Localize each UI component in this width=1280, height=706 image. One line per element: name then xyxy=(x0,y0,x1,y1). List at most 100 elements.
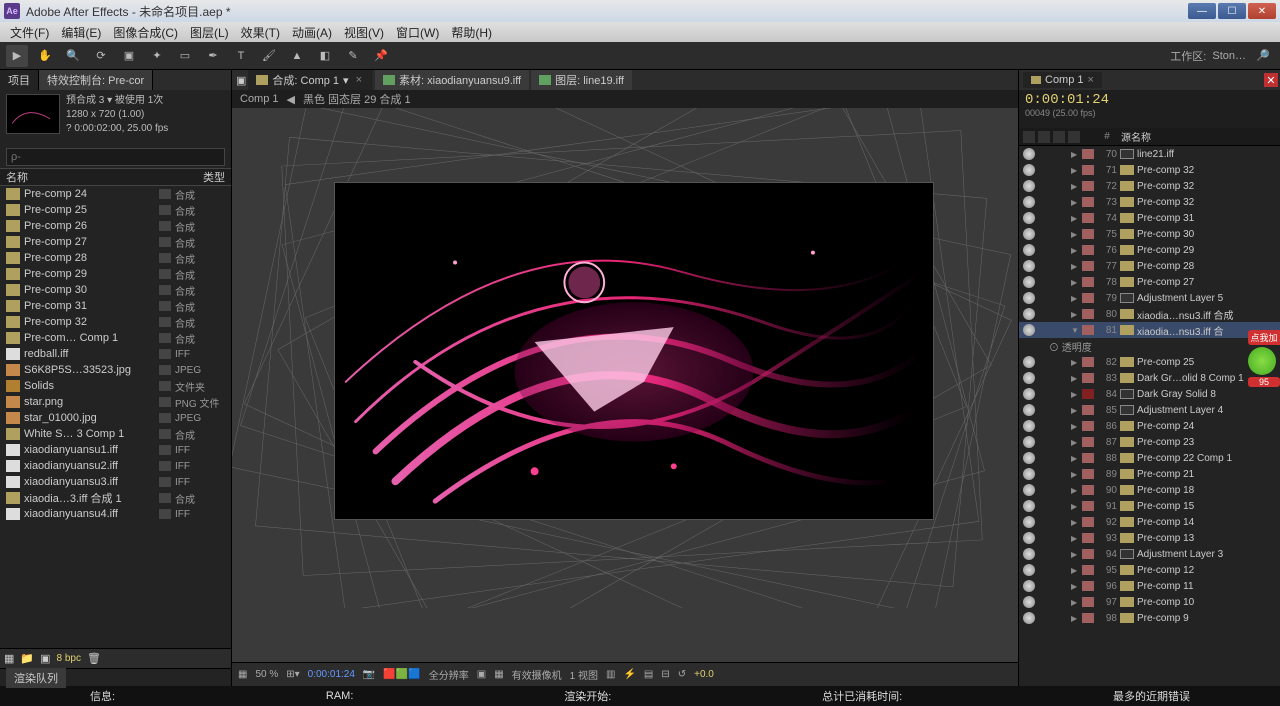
stamp-tool[interactable]: ▲ xyxy=(286,45,308,67)
project-item[interactable]: Pre-comp 25合成 xyxy=(0,202,231,218)
anchor-tool[interactable]: ✦ xyxy=(146,45,168,67)
eye-icon[interactable] xyxy=(1023,388,1035,400)
zoom-dropdown[interactable]: 50 % xyxy=(255,669,278,680)
timeline-layer-row[interactable]: ▶94Adjustment Layer 3 xyxy=(1019,546,1280,562)
eye-icon[interactable] xyxy=(1023,308,1035,320)
eye-icon[interactable] xyxy=(1023,484,1035,496)
eye-icon[interactable] xyxy=(1023,612,1035,624)
pen-tool[interactable]: ✒ xyxy=(202,45,224,67)
project-item[interactable]: Pre-comp 28合成 xyxy=(0,250,231,266)
tab-effect-controls[interactable]: 特效控制台: Pre-cor xyxy=(39,70,153,90)
eye-icon[interactable] xyxy=(1023,164,1035,176)
timeline-layer-row[interactable]: ▶82Pre-comp 25 xyxy=(1019,354,1280,370)
maximize-button[interactable]: ☐ xyxy=(1218,3,1246,19)
timeline-layer-row[interactable]: ▶73Pre-comp 32 xyxy=(1019,194,1280,210)
menu-animation[interactable]: 动画(A) xyxy=(286,24,338,41)
eye-icon[interactable] xyxy=(1023,436,1035,448)
eraser-tool[interactable]: ◧ xyxy=(314,45,336,67)
workspace-dropdown[interactable]: Ston… xyxy=(1212,50,1246,62)
breadcrumb-layer[interactable]: 黑色 固态层 29 合成 1 xyxy=(303,91,411,107)
timeline-layer-list[interactable]: ▶70line21.iff▶71Pre-comp 32▶72Pre-comp 3… xyxy=(1019,146,1280,686)
project-item[interactable]: xiaodianyuansu1.iffIFF xyxy=(0,442,231,458)
interpret-footage-icon[interactable]: ▦ xyxy=(4,652,14,665)
project-item[interactable]: Pre-comp 24合成 xyxy=(0,186,231,202)
eye-icon[interactable] xyxy=(1023,180,1035,192)
zoom-tool[interactable]: 🔍 xyxy=(62,45,84,67)
timeline-tab[interactable]: Comp 1× xyxy=(1023,72,1102,88)
project-item[interactable]: xiaodianyuansu3.iffIFF xyxy=(0,474,231,490)
timeline-layer-row[interactable]: ▶78Pre-comp 27 xyxy=(1019,274,1280,290)
timeline-layer-row[interactable]: ▶83Dark Gr…olid 8 Comp 1 xyxy=(1019,370,1280,386)
timeline-timecode[interactable]: 0:00:01:24 xyxy=(1025,92,1274,108)
timeline-layer-row[interactable]: ▶75Pre-comp 30 xyxy=(1019,226,1280,242)
close-panel-icon[interactable]: ✕ xyxy=(1264,73,1278,87)
project-search-input[interactable] xyxy=(6,148,225,166)
timeline-layer-row[interactable]: ▶96Pre-comp 11 xyxy=(1019,578,1280,594)
new-folder-icon[interactable]: 📁 xyxy=(20,652,34,665)
text-tool[interactable]: T xyxy=(230,45,252,67)
eye-icon[interactable] xyxy=(1023,500,1035,512)
project-item[interactable]: xiaodianyuansu4.iffIFF xyxy=(0,506,231,522)
project-item[interactable]: Pre-com… Comp 1合成 xyxy=(0,330,231,346)
eye-icon[interactable] xyxy=(1023,212,1035,224)
grid-icon[interactable]: ▦ xyxy=(238,669,247,680)
close-tab-icon[interactable]: × xyxy=(353,74,365,86)
pixel-aspect-icon[interactable]: ▥ xyxy=(606,669,615,680)
timeline-icon[interactable]: ▤ xyxy=(644,669,653,680)
eye-icon[interactable] xyxy=(1023,420,1035,432)
timeline-layer-row[interactable]: ▶90Pre-comp 18 xyxy=(1019,482,1280,498)
project-asset-list[interactable]: Pre-comp 24合成Pre-comp 25合成Pre-comp 26合成P… xyxy=(0,186,231,648)
project-item[interactable]: xiaodianyuansu2.iffIFF xyxy=(0,458,231,474)
timeline-layer-row[interactable]: ▶93Pre-comp 13 xyxy=(1019,530,1280,546)
timeline-layer-row[interactable]: ▶77Pre-comp 28 xyxy=(1019,258,1280,274)
menu-window[interactable]: 窗口(W) xyxy=(390,24,445,41)
timeline-layer-row[interactable]: ▶98Pre-comp 9 xyxy=(1019,610,1280,626)
timeline-layer-row[interactable]: ▶87Pre-comp 23 xyxy=(1019,434,1280,450)
flowchart-icon[interactable]: ⊟ xyxy=(661,669,669,680)
resolution-dropdown[interactable]: 全分辨率 xyxy=(429,667,469,682)
transparency-icon[interactable]: ▦ xyxy=(494,669,503,680)
project-item[interactable]: Pre-comp 31合成 xyxy=(0,298,231,314)
timeline-layer-row[interactable]: ▶71Pre-comp 32 xyxy=(1019,162,1280,178)
tab-project[interactable]: 项目 xyxy=(0,70,39,90)
breadcrumb-comp[interactable]: Comp 1 xyxy=(240,93,279,105)
viewer-tab-footage[interactable]: 素材: xiaodianyuansu9.iff xyxy=(375,70,529,90)
camera-dropdown[interactable]: 有效摄像机 xyxy=(512,667,562,682)
eye-icon[interactable] xyxy=(1023,468,1035,480)
project-item[interactable]: xiaodia…3.iff 合成 1合成 xyxy=(0,490,231,506)
viewer-lock-icon[interactable]: ▣ xyxy=(236,74,246,87)
lock-column-icon[interactable] xyxy=(1068,131,1080,143)
channel-icon[interactable]: 🟥🟩🟦 xyxy=(383,669,420,680)
menu-file[interactable]: 文件(F) xyxy=(4,24,55,41)
exposure-value[interactable]: +0.0 xyxy=(694,669,714,680)
timeline-layer-row[interactable]: ▶72Pre-comp 32 xyxy=(1019,178,1280,194)
eye-icon[interactable] xyxy=(1023,548,1035,560)
roi-icon[interactable]: ▣ xyxy=(477,669,486,680)
project-item[interactable]: star.pngPNG 文件 xyxy=(0,394,231,410)
timeline-layer-row[interactable]: ▶97Pre-comp 10 xyxy=(1019,594,1280,610)
close-button[interactable]: ✕ xyxy=(1248,3,1276,19)
eye-icon[interactable] xyxy=(1023,244,1035,256)
tab-render-queue[interactable]: 渲染队列 xyxy=(6,668,66,688)
timeline-layer-row[interactable]: ▶92Pre-comp 14 xyxy=(1019,514,1280,530)
search-icon[interactable]: 🔎 xyxy=(1252,45,1274,67)
project-item[interactable]: Pre-comp 29合成 xyxy=(0,266,231,282)
eye-icon[interactable] xyxy=(1023,452,1035,464)
timeline-layer-row[interactable]: ▶84Dark Gray Solid 8 xyxy=(1019,386,1280,402)
eye-icon[interactable] xyxy=(1023,532,1035,544)
timeline-layer-row[interactable]: ▶89Pre-comp 21 xyxy=(1019,466,1280,482)
timeline-layer-row[interactable]: ▶85Adjustment Layer 4 xyxy=(1019,402,1280,418)
eye-icon[interactable] xyxy=(1023,580,1035,592)
project-item[interactable]: Pre-comp 32合成 xyxy=(0,314,231,330)
eye-icon[interactable] xyxy=(1023,564,1035,576)
eye-icon[interactable] xyxy=(1023,228,1035,240)
fast-preview-icon[interactable]: ⚡ xyxy=(623,669,635,680)
timeline-layer-row[interactable]: ▶86Pre-comp 24 xyxy=(1019,418,1280,434)
eye-icon[interactable] xyxy=(1023,372,1035,384)
col-type-header[interactable]: 类型 xyxy=(203,169,225,185)
menu-view[interactable]: 视图(V) xyxy=(338,24,390,41)
timecode-display[interactable]: 0:00:01:24 xyxy=(308,669,355,680)
aspect-icon[interactable]: ⊞▾ xyxy=(286,669,299,680)
viewer-tab-comp[interactable]: 合成: Comp 1▾× xyxy=(248,70,373,90)
project-item[interactable]: star_01000.jpgJPEG xyxy=(0,410,231,426)
